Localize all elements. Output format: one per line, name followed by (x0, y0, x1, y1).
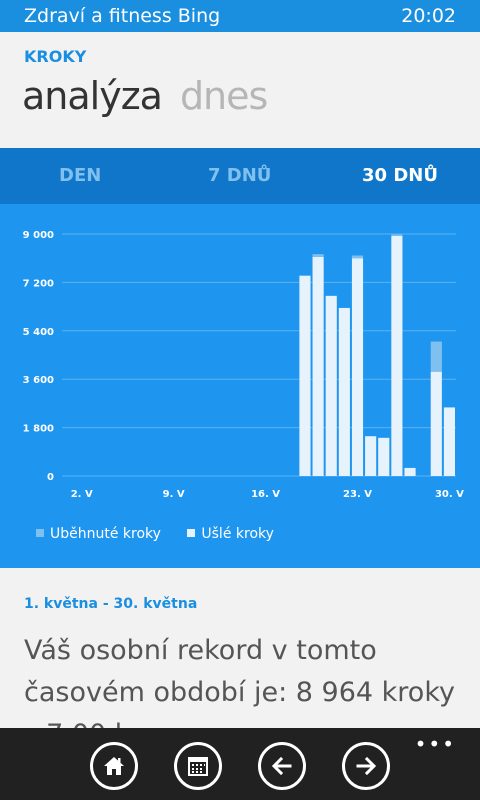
clock: 20:02 (401, 5, 456, 27)
status-bar: Zdraví a fitness Bing 20:02 (0, 0, 480, 32)
bar-walk-day-20 (312, 256, 324, 476)
bar-walk-day-30 (443, 407, 455, 476)
legend-item-run: Uběhnuté kroky (36, 526, 161, 542)
arrow-left-icon (271, 756, 292, 776)
bar-walk-day-26 (391, 235, 403, 476)
header: KROKY analýza dnes (0, 32, 480, 148)
tab-7-days[interactable]: 7 DNŮ (208, 165, 271, 186)
pivot-header: analýza dnes (22, 74, 268, 118)
calendar-icon (188, 757, 208, 776)
calendar-button[interactable] (174, 742, 222, 790)
info-panel: 1. května - 30. května Váš osobní rekord… (0, 568, 480, 728)
range-end: 30. května (113, 596, 198, 612)
tab-30-days[interactable]: 30 DNŮ (362, 165, 438, 186)
range-tabs: DEN 7 DNŮ 30 DNŮ (0, 148, 480, 204)
back-button[interactable] (258, 742, 306, 790)
pivot-today[interactable]: dnes (180, 74, 268, 118)
bar-run-day-29 (430, 341, 442, 372)
y-tick-label: 3 600 (23, 375, 54, 386)
arrow-right-icon (356, 756, 377, 776)
forward-button[interactable] (342, 742, 390, 790)
steps-chart: 0 1 800 3 600 5 400 7 200 9 000 2. V 9. V 16. V 2… (0, 204, 480, 568)
section-title: KROKY (24, 47, 87, 66)
y-tick-label: 7 200 (23, 278, 54, 289)
bar-walk-day-23 (351, 258, 364, 476)
range-start: 1. května (24, 596, 98, 612)
date-range: 1. května - 30. května (24, 596, 197, 612)
home-button[interactable] (90, 742, 138, 790)
bar-walk-day-29 (430, 371, 442, 476)
legend-item-walk: Ušlé kroky (187, 526, 274, 542)
chart-legend: Uběhnuté kroky Ušlé kroky (36, 526, 296, 542)
x-tick-label: 2. V (71, 489, 93, 500)
bar-walk-day-21 (325, 295, 337, 476)
home-icon (104, 757, 124, 775)
app-title: Zdraví a fitness Bing (24, 5, 221, 27)
legend-label-walk: Ušlé kroky (201, 526, 274, 542)
pivot-analysis[interactable]: analýza (22, 74, 163, 118)
y-tick-label: 1 800 (23, 424, 54, 435)
record-text: Váš osobní rekord v tomto časovém období… (24, 635, 455, 728)
x-tick-label: 16. V (251, 489, 280, 500)
range-separator: - (97, 596, 114, 612)
y-tick-label: 9 000 (23, 230, 54, 241)
bar-walk-day-27 (404, 467, 416, 476)
bar-run-day-23 (351, 255, 364, 259)
bar-walk-day-25 (378, 437, 390, 476)
more-button[interactable]: ••• (415, 732, 456, 756)
bar-run-day-20 (312, 254, 324, 257)
legend-label-run: Uběhnuté kroky (50, 526, 161, 542)
app-bar: ••• (0, 728, 480, 800)
chart-svg: 0 1 800 3 600 5 400 7 200 9 000 2. V 9. V 16. V 2… (23, 230, 464, 500)
x-tick-label: 9. V (163, 489, 185, 500)
y-tick-label: 5 400 (23, 327, 54, 338)
bar-run-day-26 (391, 234, 403, 236)
bar-walk-day-24 (365, 436, 377, 476)
y-tick-label: 0 (47, 472, 54, 483)
x-tick-label: 30. V (435, 489, 464, 500)
legend-swatch-run (36, 529, 44, 537)
bar-walk-day-22 (338, 307, 350, 476)
tab-day[interactable]: DEN (59, 165, 101, 186)
legend-swatch-walk (187, 529, 196, 537)
bar-walk-day-19 (299, 275, 311, 476)
x-tick-label: 23. V (343, 489, 372, 500)
